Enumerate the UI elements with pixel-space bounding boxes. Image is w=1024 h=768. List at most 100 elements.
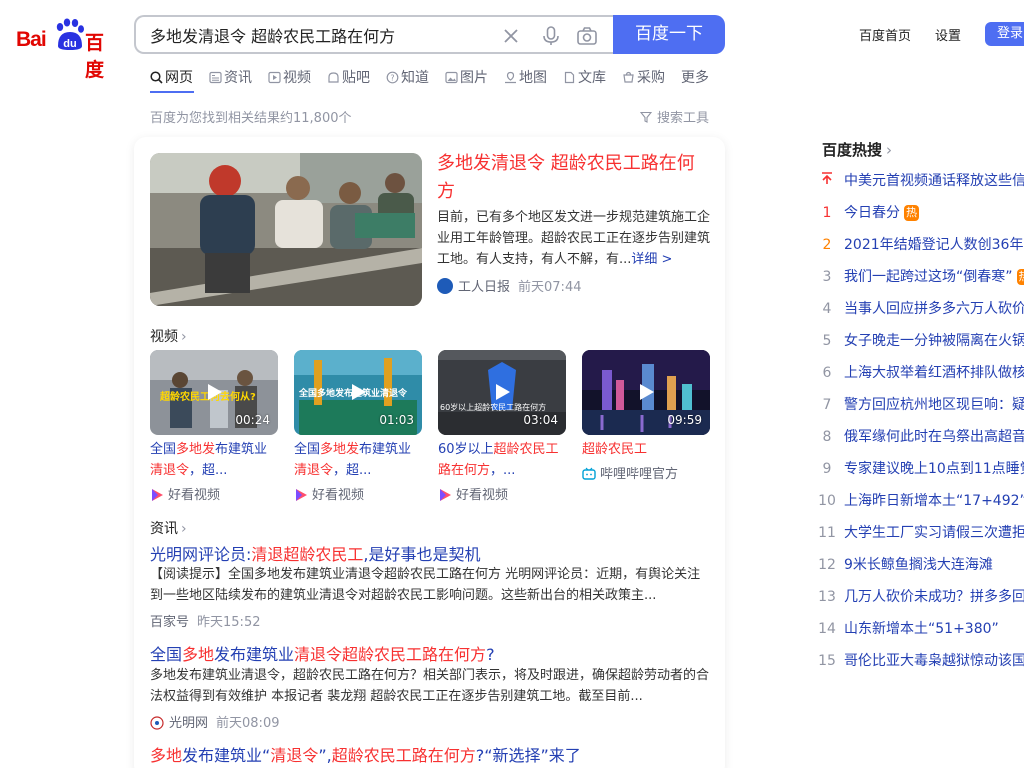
logo-text-bai: Bai — [16, 28, 47, 51]
hot-search-item[interactable]: 6 上海大叔举着红酒杯排队做核酸 — [818, 362, 1024, 382]
video-title[interactable]: 全国多地发布建筑业 清退令，超... — [150, 439, 278, 481]
video-thumbnail[interactable]: 60岁以上超龄农民工路在何方 03:04 — [438, 350, 566, 435]
tab-video[interactable]: 视频 — [268, 67, 311, 87]
top-result-image[interactable] — [150, 153, 422, 306]
title-highlight: 超龄农民工 — [582, 442, 648, 457]
clear-icon[interactable] — [500, 25, 522, 47]
hot-search-item[interactable]: 11 大学生工厂实习请假三次遭拒 — [818, 522, 1024, 542]
source-name: 好看视频 — [312, 488, 365, 503]
source-name[interactable]: 百家号 — [150, 615, 189, 630]
map-icon — [505, 71, 516, 84]
tab-wenku[interactable]: 文库 — [563, 67, 606, 87]
title-part: 全国 — [150, 442, 177, 457]
hot-search-text: 9米长鲸鱼搁浅大连海滩 — [844, 557, 993, 573]
haokan-icon — [152, 489, 163, 501]
video-title[interactable]: 60岁以上超龄农民工 路在何方，... — [438, 439, 566, 481]
tab-label: 知道 — [401, 70, 429, 86]
video-thumbnail[interactable]: 全国多地发布建筑业清退令 01:03 — [294, 350, 422, 435]
video-thumbnail[interactable]: 超龄农民工何去何从? 00:24 — [150, 350, 278, 435]
news-title[interactable]: 光明网评论员:清退超龄农民工,是好事也是契机 — [150, 541, 481, 565]
hot-search-item[interactable]: 中美元首视频通话释放这些信号 — [818, 170, 1024, 190]
news-title[interactable]: 全国多地发布建筑业清退令超龄农民工路在何方? — [150, 641, 495, 665]
hot-search-item[interactable]: 1 今日春分热 — [818, 202, 1024, 222]
video-thumbnail[interactable]: 09:59 — [582, 350, 710, 435]
video-title[interactable]: 全国多地发布建筑业 清退令，超... — [294, 439, 422, 481]
top-pin-icon — [818, 172, 836, 189]
title-highlight: 清退令 — [270, 746, 319, 765]
hot-search-item[interactable]: 4 当事人回应拼多多六万人砍价 — [818, 298, 1024, 318]
tab-zhidao[interactable]: ? 知道 — [386, 67, 429, 87]
microphone-icon[interactable] — [540, 25, 562, 47]
result-count: 百度为您找到相关结果约11,800个 — [150, 111, 352, 126]
news-source: 光明网 前天08:09 — [150, 712, 279, 731]
hot-search-item[interactable]: 9 专家建议晚上10点到11点睡觉 — [818, 458, 1024, 478]
video-card[interactable]: 全国多地发布建筑业清退令 01:03 全国多地发布建筑业清退令，超... 好看视… — [294, 350, 422, 503]
search-tools-button[interactable]: 搜索工具 — [639, 107, 709, 126]
title-highlight: 多地 — [182, 645, 215, 664]
hot-rank: 3 — [822, 269, 832, 285]
chevron-right-icon: › — [181, 329, 187, 345]
video-card[interactable]: 60岁以上超龄农民工路在何方 03:04 60岁以上超龄农民工 路在何方，... … — [438, 350, 566, 503]
hot-search-text: 大学生工厂实习请假三次遭拒 — [844, 525, 1024, 541]
tab-news[interactable]: 资讯 — [209, 67, 252, 87]
source-name[interactable]: 工人日报 — [458, 280, 510, 295]
top-result-summary: 目前，已有多个地区发文进一步规范建筑施工企业用工年龄管理。超龄农民工正在逐步告别… — [437, 207, 712, 270]
video-card[interactable]: 超龄农民工何去何从? 00:24 全国多地发布建筑业 清退令，超... 好看视频 — [150, 350, 278, 503]
login-button[interactable]: 登录 — [985, 22, 1024, 46]
settings-link[interactable]: 设置 — [935, 25, 961, 44]
baidu-home-link[interactable]: 百度首页 — [859, 25, 911, 44]
detail-link[interactable]: 详细 > — [631, 252, 672, 267]
play-icon — [496, 384, 510, 400]
hot-search-title[interactable]: 百度热搜 › — [822, 139, 892, 160]
hot-search-item[interactable]: 7 警方回应杭州地区现巨响：疑似 — [818, 394, 1024, 414]
title-part: ，超... — [189, 463, 228, 478]
news-summary: 【阅读提示】全国多地发布建筑业清退令超龄农民工路在何方 光明网评论员：近期，有舆… — [150, 567, 701, 603]
tab-label: 地图 — [519, 70, 547, 86]
bilibili-icon — [582, 467, 596, 480]
source-name[interactable]: 光明网 — [169, 716, 208, 731]
hot-search-item[interactable]: 14 山东新增本土“51+380” — [818, 618, 1024, 638]
tab-label: 网页 — [165, 70, 193, 86]
filter-icon — [639, 111, 653, 123]
hot-search-item[interactable]: 10上海昨日新增本土“17+492”新 — [818, 490, 1024, 510]
video-duration: 01:03 — [379, 413, 414, 427]
hot-search-text: 女子晚走一分钟被隔离在火锅店 — [844, 333, 1024, 349]
hot-search-item[interactable]: 8 俄军缘何此时在乌祭出高超音速 — [818, 426, 1024, 446]
search-button[interactable]: 百度一下 — [613, 15, 725, 54]
hot-search-item[interactable]: 12 9米长鲸鱼搁浅大连海滩 — [818, 554, 1024, 574]
tab-map[interactable]: 地图 — [504, 67, 547, 87]
title-part: ”, — [318, 746, 332, 765]
hot-search-text: 俄军缘何此时在乌祭出高超音速 — [844, 429, 1024, 445]
hot-search-item[interactable]: 3 我们一起跨过这场“倒春寒”热 — [818, 266, 1024, 286]
top-result-title[interactable]: 多地发清退令 超龄农民工路在何方 — [437, 150, 709, 206]
hot-search-text: 警方回应杭州地区现巨响：疑似 — [844, 397, 1024, 413]
search-input[interactable] — [150, 23, 480, 47]
title-part: 布建筑业 — [359, 442, 412, 457]
tab-images[interactable]: 图片 — [445, 67, 488, 87]
hot-search-item[interactable]: 5 女子晚走一分钟被隔离在火锅店 — [818, 330, 1024, 350]
title-part: ,是好事也是契机 — [363, 545, 481, 564]
hot-title-text: 百度热搜 — [822, 141, 883, 159]
news-section-label[interactable]: 资讯 › — [150, 518, 187, 538]
video-card[interactable]: 09:59 超龄农民工 哔哩哔哩官方 — [582, 350, 710, 482]
chevron-right-icon: › — [886, 141, 893, 159]
news-title[interactable]: 多地发布建筑业“清退令”,超龄农民工路在何方?“新选择”来了 — [150, 742, 581, 766]
gmw-icon — [150, 716, 164, 730]
search-box[interactable] — [134, 15, 616, 54]
tab-tieba[interactable]: 贴吧 — [327, 67, 370, 87]
title-highlight: 多地 — [150, 746, 183, 765]
video-section-label[interactable]: 视频 › — [150, 326, 187, 346]
haokan-icon — [440, 489, 451, 501]
hot-badge: 热 — [904, 205, 919, 221]
tab-purchase[interactable]: 采购 — [622, 67, 665, 87]
hot-search-item[interactable]: 13 几万人砍价未成功？拼多多回应 — [818, 586, 1024, 606]
tab-more[interactable]: 更多 — [681, 67, 709, 87]
baidu-logo[interactable]: Bai du 百度 — [16, 18, 120, 81]
hot-search-item[interactable]: 2 2021年结婚登记人数创36年新低 — [818, 234, 1024, 254]
play-icon — [640, 384, 654, 400]
hot-rank: 1 — [822, 205, 832, 221]
hot-search-item[interactable]: 15 哥伦比亚大毒枭越狱惊动该国总统 — [818, 650, 1024, 670]
svg-text:?: ? — [390, 74, 394, 83]
camera-icon[interactable] — [576, 25, 598, 47]
tab-web[interactable]: 网页 — [150, 67, 193, 87]
